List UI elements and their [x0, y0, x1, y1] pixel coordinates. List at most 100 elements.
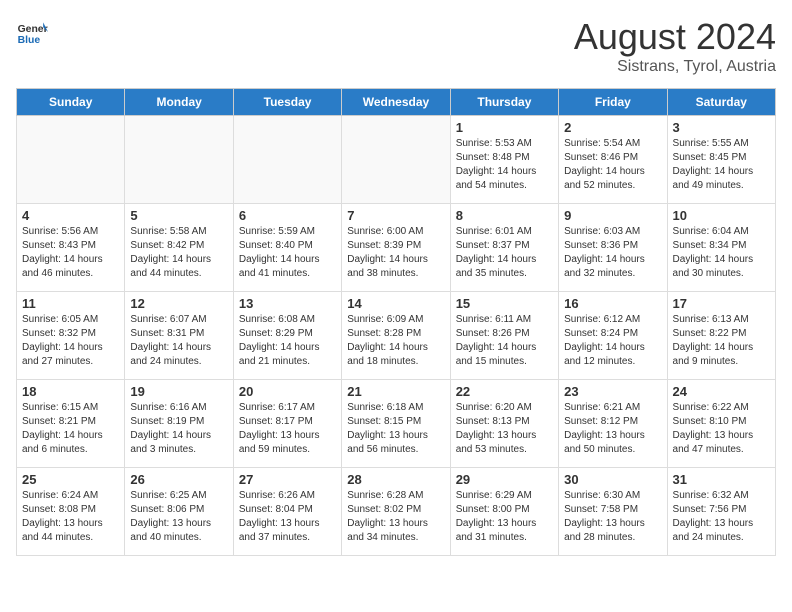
day-number: 17: [673, 296, 770, 311]
weekday-header-tuesday: Tuesday: [233, 89, 341, 116]
day-number: 30: [564, 472, 661, 487]
calendar-week-2: 4 Sunrise: 5:56 AMSunset: 8:43 PMDaylight…: [17, 204, 776, 292]
day-number: 26: [130, 472, 227, 487]
day-number: 4: [22, 208, 119, 223]
day-number: 7: [347, 208, 444, 223]
day-info: Sunrise: 6:30 AMSunset: 7:58 PMDaylight:…: [564, 489, 661, 545]
calendar-cell: 25 Sunrise: 6:24 AMSunset: 8:08 PMDayligh…: [17, 468, 125, 556]
day-number: 28: [347, 472, 444, 487]
day-number: 13: [239, 296, 336, 311]
day-info: Sunrise: 6:11 AMSunset: 8:26 PMDaylight:…: [456, 313, 553, 369]
day-info: Sunrise: 6:26 AMSunset: 8:04 PMDaylight:…: [239, 489, 336, 545]
day-info: Sunrise: 6:29 AMSunset: 8:00 PMDaylight:…: [456, 489, 553, 545]
weekday-row: SundayMondayTuesdayWednesdayThursdayFrid…: [17, 89, 776, 116]
calendar-cell: 7 Sunrise: 6:00 AMSunset: 8:39 PMDaylight…: [342, 204, 450, 292]
day-number: 19: [130, 384, 227, 399]
weekday-header-thursday: Thursday: [450, 89, 558, 116]
day-number: 27: [239, 472, 336, 487]
calendar-cell: 3Sunrise: 5:55 AMSunset: 8:45 PMDaylight…: [667, 116, 775, 204]
day-info: Sunrise: 6:15 AMSunset: 8:21 PMDaylight:…: [22, 401, 119, 457]
calendar-cell: 31Sunrise: 6:32 AMSunset: 7:56 PMDayligh…: [667, 468, 775, 556]
logo: General Blue: [16, 16, 48, 48]
calendar-header: SundayMondayTuesdayWednesdayThursdayFrid…: [17, 89, 776, 116]
weekday-header-sunday: Sunday: [17, 89, 125, 116]
calendar-cell: 4 Sunrise: 5:56 AMSunset: 8:43 PMDaylight…: [17, 204, 125, 292]
page-header: General Blue August 2024 Sistrans, Tyrol…: [16, 16, 776, 76]
weekday-header-wednesday: Wednesday: [342, 89, 450, 116]
calendar-week-3: 11 Sunrise: 6:05 AMSunset: 8:32 PMDayligh…: [17, 292, 776, 380]
day-info: Sunrise: 6:12 AMSunset: 8:24 PMDaylight:…: [564, 313, 661, 369]
day-info: Sunrise: 6:21 AMSunset: 8:12 PMDaylight:…: [564, 401, 661, 457]
calendar-cell: 17Sunrise: 6:13 AMSunset: 8:22 PMDayligh…: [667, 292, 775, 380]
day-info: Sunrise: 6:03 AMSunset: 8:36 PMDaylight:…: [564, 225, 661, 281]
day-info: Sunrise: 6:17 AMSunset: 8:17 PMDaylight:…: [239, 401, 336, 457]
day-number: 20: [239, 384, 336, 399]
day-number: 12: [130, 296, 227, 311]
month-title: August 2024: [574, 16, 776, 58]
day-number: 11: [22, 296, 119, 311]
day-info: Sunrise: 5:56 AMSunset: 8:43 PMDaylight:…: [22, 225, 119, 281]
day-info: Sunrise: 5:55 AMSunset: 8:45 PMDaylight:…: [673, 137, 770, 193]
calendar-cell: 14 Sunrise: 6:09 AMSunset: 8:28 PMDayligh…: [342, 292, 450, 380]
calendar-cell: 27 Sunrise: 6:26 AMSunset: 8:04 PMDayligh…: [233, 468, 341, 556]
calendar-cell: [342, 116, 450, 204]
calendar-cell: 5 Sunrise: 5:58 AMSunset: 8:42 PMDaylight…: [125, 204, 233, 292]
calendar-cell: 9Sunrise: 6:03 AMSunset: 8:36 PMDaylight…: [559, 204, 667, 292]
day-number: 15: [456, 296, 553, 311]
day-info: Sunrise: 6:05 AMSunset: 8:32 PMDaylight:…: [22, 313, 119, 369]
calendar-cell: 29 Sunrise: 6:29 AMSunset: 8:00 PMDayligh…: [450, 468, 558, 556]
calendar-cell: 10Sunrise: 6:04 AMSunset: 8:34 PMDayligh…: [667, 204, 775, 292]
day-number: 14: [347, 296, 444, 311]
calendar-cell: 11 Sunrise: 6:05 AMSunset: 8:32 PMDayligh…: [17, 292, 125, 380]
day-info: Sunrise: 6:08 AMSunset: 8:29 PMDaylight:…: [239, 313, 336, 369]
day-info: Sunrise: 6:32 AMSunset: 7:56 PMDaylight:…: [673, 489, 770, 545]
calendar-cell: 28 Sunrise: 6:28 AMSunset: 8:02 PMDayligh…: [342, 468, 450, 556]
weekday-header-friday: Friday: [559, 89, 667, 116]
day-number: 29: [456, 472, 553, 487]
weekday-header-monday: Monday: [125, 89, 233, 116]
day-number: 24: [673, 384, 770, 399]
day-info: Sunrise: 6:04 AMSunset: 8:34 PMDaylight:…: [673, 225, 770, 281]
calendar-cell: [233, 116, 341, 204]
day-info: Sunrise: 6:20 AMSunset: 8:13 PMDaylight:…: [456, 401, 553, 457]
calendar-cell: 18 Sunrise: 6:15 AMSunset: 8:21 PMDayligh…: [17, 380, 125, 468]
calendar-cell: 2Sunrise: 5:54 AMSunset: 8:46 PMDaylight…: [559, 116, 667, 204]
calendar-cell: 24Sunrise: 6:22 AMSunset: 8:10 PMDayligh…: [667, 380, 775, 468]
day-info: Sunrise: 6:07 AMSunset: 8:31 PMDaylight:…: [130, 313, 227, 369]
calendar-week-5: 25 Sunrise: 6:24 AMSunset: 8:08 PMDayligh…: [17, 468, 776, 556]
calendar-cell: 21Sunrise: 6:18 AMSunset: 8:15 PMDayligh…: [342, 380, 450, 468]
calendar-cell: 26 Sunrise: 6:25 AMSunset: 8:06 PMDayligh…: [125, 468, 233, 556]
day-info: Sunrise: 6:25 AMSunset: 8:06 PMDaylight:…: [130, 489, 227, 545]
calendar-body: 1Sunrise: 5:53 AMSunset: 8:48 PMDaylight…: [17, 116, 776, 556]
calendar-cell: 23Sunrise: 6:21 AMSunset: 8:12 PMDayligh…: [559, 380, 667, 468]
day-number: 5: [130, 208, 227, 223]
day-number: 6: [239, 208, 336, 223]
day-number: 21: [347, 384, 444, 399]
day-info: Sunrise: 6:01 AMSunset: 8:37 PMDaylight:…: [456, 225, 553, 281]
day-number: 8: [456, 208, 553, 223]
calendar-week-1: 1Sunrise: 5:53 AMSunset: 8:48 PMDaylight…: [17, 116, 776, 204]
calendar-cell: 30 Sunrise: 6:30 AMSunset: 7:58 PMDayligh…: [559, 468, 667, 556]
weekday-header-saturday: Saturday: [667, 89, 775, 116]
day-number: 25: [22, 472, 119, 487]
day-number: 1: [456, 120, 553, 135]
calendar-cell: 1Sunrise: 5:53 AMSunset: 8:48 PMDaylight…: [450, 116, 558, 204]
day-info: Sunrise: 5:58 AMSunset: 8:42 PMDaylight:…: [130, 225, 227, 281]
location-subtitle: Sistrans, Tyrol, Austria: [574, 58, 776, 76]
svg-text:Blue: Blue: [18, 35, 41, 46]
day-number: 18: [22, 384, 119, 399]
calendar-week-4: 18 Sunrise: 6:15 AMSunset: 8:21 PMDayligh…: [17, 380, 776, 468]
calendar-cell: 13 Sunrise: 6:08 AMSunset: 8:29 PMDayligh…: [233, 292, 341, 380]
day-info: Sunrise: 6:16 AMSunset: 8:19 PMDaylight:…: [130, 401, 227, 457]
calendar-cell: 6Sunrise: 5:59 AMSunset: 8:40 PMDaylight…: [233, 204, 341, 292]
day-info: Sunrise: 6:09 AMSunset: 8:28 PMDaylight:…: [347, 313, 444, 369]
day-number: 2: [564, 120, 661, 135]
day-info: Sunrise: 6:24 AMSunset: 8:08 PMDaylight:…: [22, 489, 119, 545]
calendar-cell: 15 Sunrise: 6:11 AMSunset: 8:26 PMDayligh…: [450, 292, 558, 380]
day-info: Sunrise: 6:28 AMSunset: 8:02 PMDaylight:…: [347, 489, 444, 545]
calendar-table: SundayMondayTuesdayWednesdayThursdayFrid…: [16, 88, 776, 556]
calendar-cell: [17, 116, 125, 204]
logo-icon: General Blue: [16, 16, 48, 48]
day-info: Sunrise: 6:00 AMSunset: 8:39 PMDaylight:…: [347, 225, 444, 281]
day-number: 16: [564, 296, 661, 311]
